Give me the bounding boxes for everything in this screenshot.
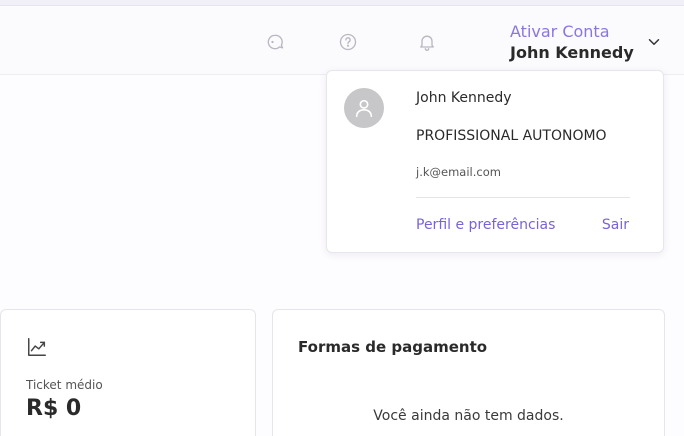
payment-card-title: Formas de pagamento: [298, 338, 488, 356]
activate-account-link[interactable]: Ativar Conta: [510, 23, 634, 41]
menu-divider: [416, 197, 630, 198]
chat-support-icon[interactable]: [264, 31, 286, 53]
ticket-label: Ticket médio: [26, 378, 103, 392]
ticket-card: Ticket médio R$ 0: [0, 309, 256, 436]
menu-user-name: John Kennedy: [416, 90, 512, 106]
logout-link[interactable]: Sair: [602, 217, 629, 233]
trending-up-icon: [28, 338, 46, 356]
top-navbar: Ativar Conta John Kennedy: [0, 7, 684, 75]
menu-user-email: j.k@email.com: [416, 165, 501, 179]
ticket-value: R$ 0: [26, 396, 82, 421]
help-icon[interactable]: [337, 31, 359, 53]
user-icon: [355, 99, 373, 118]
account-dropdown-menu: John Kennedy PROFISSIONAL AUTONOMO j.k@e…: [326, 70, 664, 253]
avatar: [344, 88, 384, 128]
payment-methods-card: Formas de pagamento Você ainda não tem d…: [272, 309, 665, 436]
menu-user-role: PROFISSIONAL AUTONOMO: [416, 128, 607, 144]
profile-preferences-link[interactable]: Perfil e preferências: [416, 217, 555, 233]
bell-icon[interactable]: [416, 31, 438, 53]
top-strip: [0, 0, 684, 6]
chevron-down-icon[interactable]: [645, 33, 663, 51]
header-user-name: John Kennedy: [510, 43, 634, 62]
payment-empty-message: Você ainda não tem dados.: [373, 408, 564, 424]
account-block: Ativar Conta John Kennedy: [510, 23, 634, 63]
